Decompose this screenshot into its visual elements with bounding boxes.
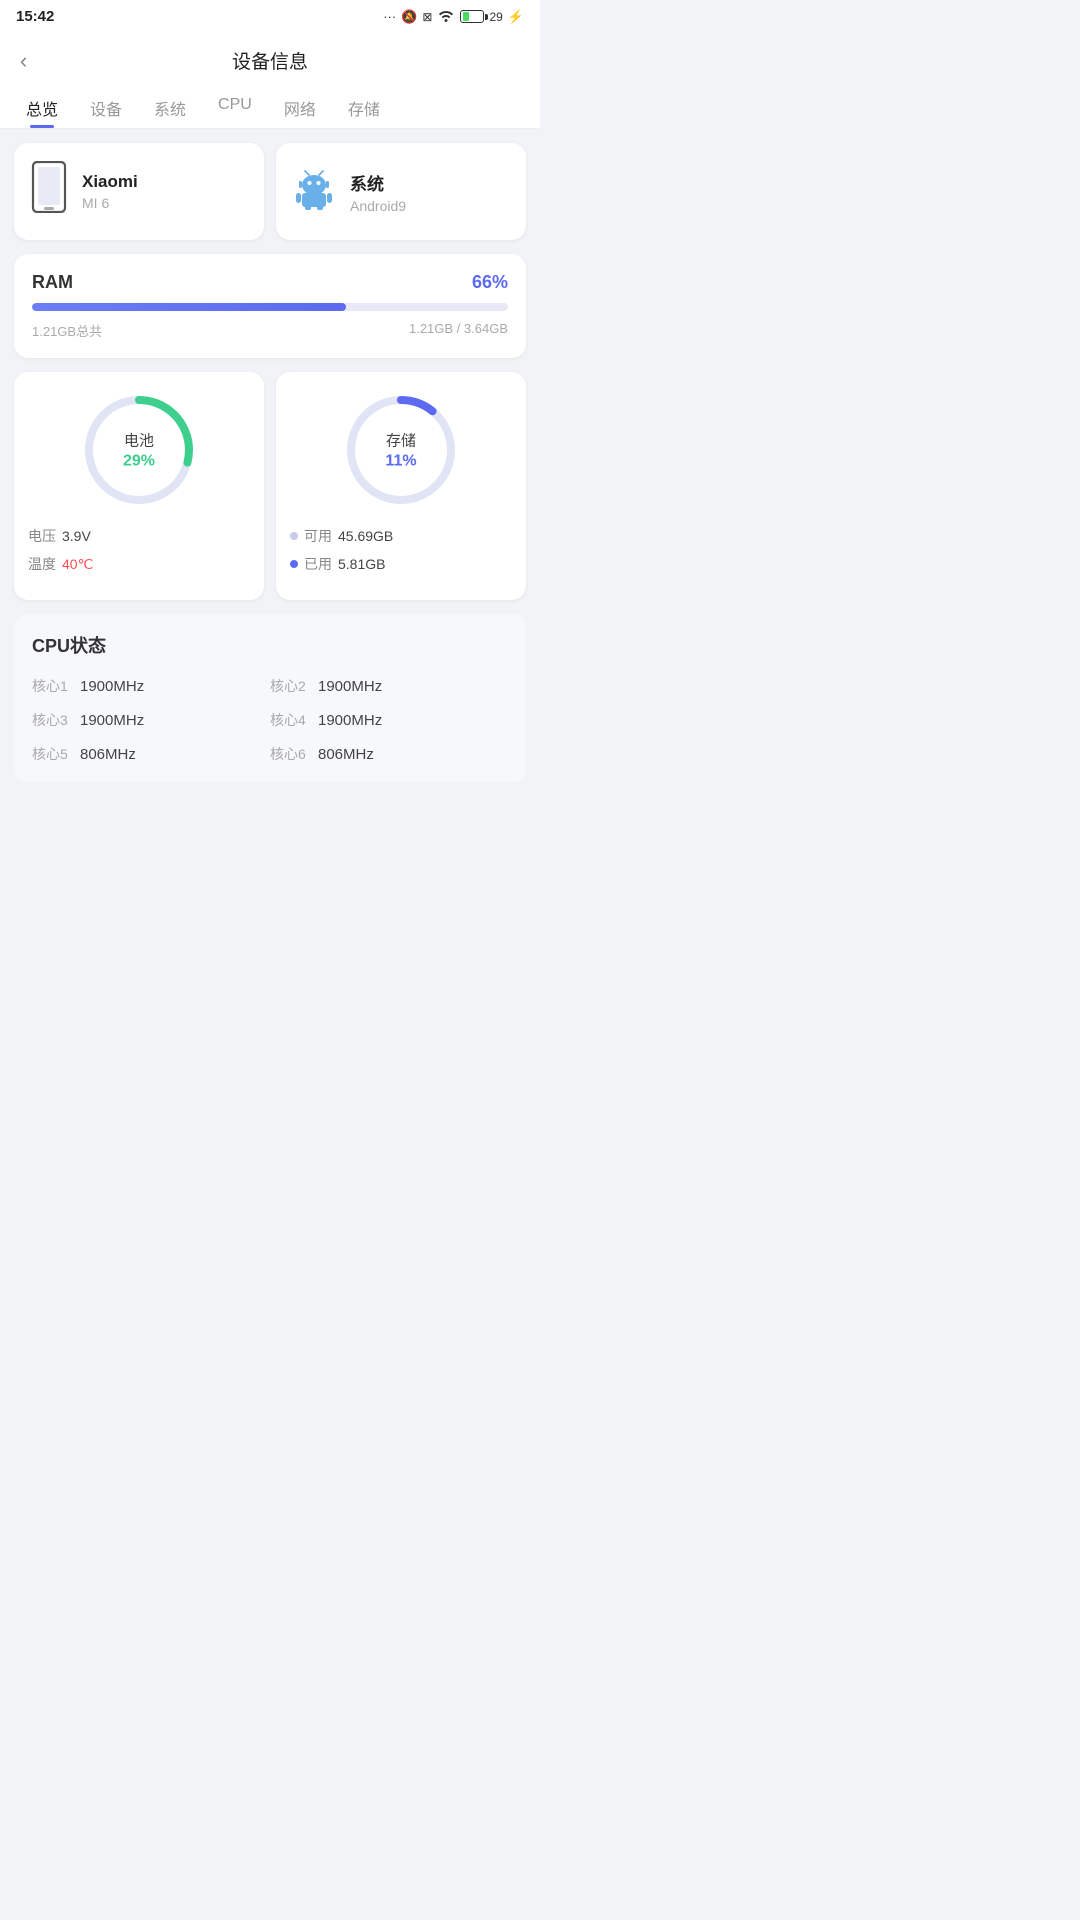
cpu-core-4-label: 核心4 xyxy=(270,710,310,730)
device-model: MI 6 xyxy=(82,195,138,211)
tab-device[interactable]: 设备 xyxy=(74,86,138,128)
storage-card: 存储 11% 可用 45.69GB 已用 5.81GB xyxy=(276,372,526,600)
storage-used-dot xyxy=(290,560,298,568)
cpu-core-5-label: 核心5 xyxy=(32,744,72,764)
battery-card: 电池 29% 电压 3.9V 温度 40℃ xyxy=(14,372,264,600)
status-icons: ··· 🔕 ⊠ 29 ⚡ xyxy=(383,8,524,25)
cpu-core-1: 核心1 1900MHz xyxy=(32,676,270,696)
cpu-core-4-value: 1900MHz xyxy=(318,712,382,729)
cpu-title: CPU状态 xyxy=(32,632,508,658)
wifi-icon xyxy=(437,8,455,25)
cpu-card: CPU状态 核心1 1900MHz 核心2 1900MHz 核心3 1900MH… xyxy=(14,614,526,782)
storage-used-label: 已用 xyxy=(304,554,332,574)
battery-voltage-row: 电压 3.9V xyxy=(28,526,250,546)
ram-details: 1.21GB总共 1.21GB / 3.64GB xyxy=(32,321,508,340)
battery-temp-value: 40℃ xyxy=(62,556,93,573)
storage-available-label: 可用 xyxy=(304,526,332,546)
cpu-core-3-label: 核心3 xyxy=(32,710,72,730)
cpu-core-2: 核心2 1900MHz xyxy=(270,676,508,696)
tab-bar: 总览 设备 系统 CPU 网络 存储 xyxy=(0,86,540,129)
tab-cpu[interactable]: CPU xyxy=(202,86,268,128)
ram-total: 1.21GB总共 xyxy=(32,321,102,340)
cpu-core-5-value: 806MHz xyxy=(80,746,136,763)
status-bar: 15:42 ··· 🔕 ⊠ 29 ⚡ xyxy=(0,0,540,31)
system-name: 系统 xyxy=(350,170,406,195)
storage-info: 可用 45.69GB 已用 5.81GB xyxy=(290,526,512,582)
cpu-core-4: 核心4 1900MHz xyxy=(270,710,508,730)
content-area: Xiaomi MI 6 xyxy=(0,129,540,796)
storage-title: 存储 xyxy=(385,430,416,451)
battery-storage-row: 电池 29% 电压 3.9V 温度 40℃ xyxy=(14,372,526,600)
cpu-core-2-value: 1900MHz xyxy=(318,678,382,695)
cpu-grid: 核心1 1900MHz 核心2 1900MHz 核心3 1900MHz 核心4 … xyxy=(32,676,508,764)
battery-percent: 29 xyxy=(489,10,502,24)
battery-value: 29% xyxy=(123,453,155,470)
battery-info: 电压 3.9V 温度 40℃ xyxy=(28,526,250,582)
tab-network[interactable]: 网络 xyxy=(268,86,332,128)
storage-circle-label: 存储 11% xyxy=(385,430,416,471)
ram-progress-fill xyxy=(32,303,346,311)
battery-title: 电池 xyxy=(123,430,155,451)
cpu-core-2-label: 核心2 xyxy=(270,676,310,696)
ram-percent: 66% xyxy=(472,272,508,293)
sim-icon: ⊠ xyxy=(422,10,432,24)
device-info-row: Xiaomi MI 6 xyxy=(14,143,526,240)
battery-temp-row: 温度 40℃ xyxy=(28,554,250,574)
storage-used-value: 5.81GB xyxy=(338,556,385,572)
ram-progress-bar xyxy=(32,303,508,311)
battery-voltage-label: 电压 xyxy=(28,526,56,546)
system-info: 系统 Android9 xyxy=(350,170,406,214)
battery-circle: 电池 29% xyxy=(79,390,199,510)
device-phone-card: Xiaomi MI 6 xyxy=(14,143,264,240)
battery-circle-label: 电池 29% xyxy=(123,430,155,471)
status-time: 15:42 xyxy=(16,8,54,25)
cpu-core-1-label: 核心1 xyxy=(32,676,72,696)
cpu-core-5: 核心5 806MHz xyxy=(32,744,270,764)
android-icon xyxy=(292,167,336,216)
tab-storage[interactable]: 存储 xyxy=(332,86,396,128)
tab-system[interactable]: 系统 xyxy=(138,86,202,128)
device-name: Xiaomi xyxy=(82,172,138,192)
ram-header: RAM 66% xyxy=(32,272,508,293)
cpu-core-3: 核心3 1900MHz xyxy=(32,710,270,730)
device-info: Xiaomi MI 6 xyxy=(82,172,138,211)
battery-voltage-value: 3.9V xyxy=(62,528,91,544)
storage-value: 11% xyxy=(385,453,416,470)
ram-detail: 1.21GB / 3.64GB xyxy=(409,321,508,340)
system-info-card: 系统 Android9 xyxy=(276,143,526,240)
header: ‹ 设备信息 xyxy=(0,31,540,86)
tab-overview[interactable]: 总览 xyxy=(10,86,74,128)
cpu-core-1-value: 1900MHz xyxy=(80,678,144,695)
cpu-core-6: 核心6 806MHz xyxy=(270,744,508,764)
storage-used-row: 已用 5.81GB xyxy=(290,554,512,574)
system-version: Android9 xyxy=(350,198,406,214)
mute-icon: 🔕 xyxy=(401,9,417,25)
storage-available-dot xyxy=(290,532,298,540)
storage-available-row: 可用 45.69GB xyxy=(290,526,512,546)
battery-temp-label: 温度 xyxy=(28,554,56,574)
cpu-core-6-value: 806MHz xyxy=(318,746,374,763)
signal-icon: ··· xyxy=(383,9,396,24)
battery-icon xyxy=(460,10,484,23)
storage-available-value: 45.69GB xyxy=(338,528,393,544)
ram-label: RAM xyxy=(32,272,73,293)
phone-icon xyxy=(30,161,68,222)
page-title: 设备信息 xyxy=(232,47,308,74)
cpu-core-6-label: 核心6 xyxy=(270,744,310,764)
ram-card: RAM 66% 1.21GB总共 1.21GB / 3.64GB xyxy=(14,254,526,358)
cpu-core-3-value: 1900MHz xyxy=(80,712,144,729)
back-button[interactable]: ‹ xyxy=(20,48,27,74)
charging-icon: ⚡ xyxy=(508,9,524,25)
storage-circle: 存储 11% xyxy=(341,390,461,510)
